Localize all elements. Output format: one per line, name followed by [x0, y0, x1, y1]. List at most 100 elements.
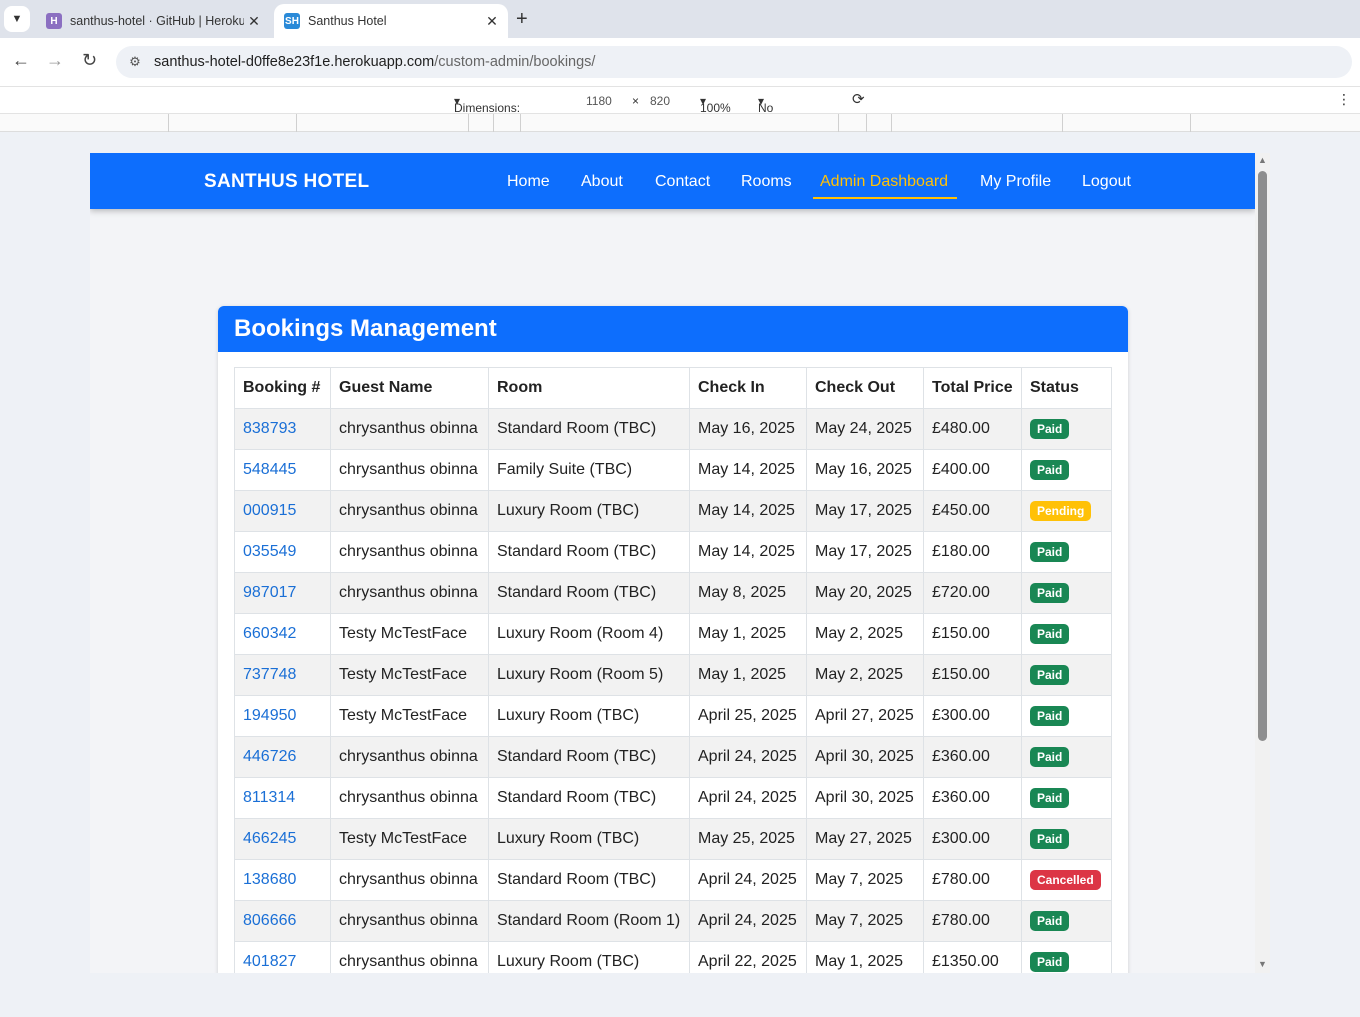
width-input[interactable]: 1180	[586, 94, 612, 108]
booking-link[interactable]: 548445	[243, 461, 296, 478]
url-host: santhus-hotel-d0ffe8e23f1e.herokuapp.com	[154, 54, 435, 70]
check-out-cell: May 2, 2025	[806, 654, 924, 696]
device-viewport: SANTHUS HOTEL Home About Contact Rooms A…	[90, 153, 1270, 973]
browser-tab-heroku[interactable]: H santhus-hotel · GitHub | Heroku ✕	[36, 4, 270, 38]
status-cell: Pending	[1021, 490, 1112, 532]
device-select[interactable]: Dimensions: iPad Air ▾	[454, 94, 520, 129]
height-input[interactable]: 820	[650, 94, 670, 108]
bookings-table-wrap: Booking # Guest Name Room Check In Check…	[234, 367, 1112, 973]
check-out-cell: May 20, 2025	[806, 572, 924, 614]
close-tab-icon[interactable]: ✕	[244, 13, 264, 30]
guest-name-cell: chrysanthus obinna	[330, 449, 489, 491]
booking-link[interactable]: 138680	[243, 871, 296, 888]
column-header: Total Price	[923, 367, 1022, 409]
booking-link[interactable]: 035549	[243, 543, 296, 560]
site-brand[interactable]: SANTHUS HOTEL	[204, 171, 369, 193]
total-price-cell: £150.00	[923, 654, 1022, 696]
booking-id-cell: 737748	[234, 654, 331, 696]
room-cell: Luxury Room (Room 5)	[488, 654, 690, 696]
more-options-icon[interactable]: ⋮	[1337, 91, 1351, 108]
scroll-up-arrow-icon[interactable]: ▲	[1258, 155, 1267, 165]
scroll-down-arrow-icon[interactable]: ▼	[1258, 959, 1267, 969]
rotate-icon[interactable]: ⟳	[852, 90, 865, 108]
site-navbar: SANTHUS HOTEL Home About Contact Rooms A…	[90, 153, 1255, 209]
total-price-cell: £780.00	[923, 900, 1022, 942]
check-out-cell: May 17, 2025	[806, 531, 924, 573]
guest-name-cell: Testy McTestFace	[330, 695, 489, 737]
booking-link[interactable]: 401827	[243, 953, 296, 970]
status-badge: Paid	[1030, 460, 1070, 480]
booking-link[interactable]: 737748	[243, 666, 296, 683]
booking-link[interactable]: 466245	[243, 830, 296, 847]
total-price-cell: £400.00	[923, 449, 1022, 491]
browser-tab-santhus[interactable]: SH Santhus Hotel ✕	[274, 4, 508, 38]
check-in-cell: April 24, 2025	[689, 900, 807, 942]
booking-id-cell: 466245	[234, 818, 331, 860]
booking-id-cell: 838793	[234, 408, 331, 450]
check-in-cell: April 24, 2025	[689, 859, 807, 901]
booking-link[interactable]: 811314	[243, 789, 295, 806]
nav-home[interactable]: Home	[507, 173, 550, 191]
forward-arrow-icon[interactable]: →	[46, 50, 64, 71]
reload-icon[interactable]: ↻	[82, 50, 97, 71]
active-nav-underline	[813, 197, 957, 199]
guest-name-cell: chrysanthus obinna	[330, 408, 489, 450]
nav-logout[interactable]: Logout	[1082, 173, 1131, 191]
room-cell: Standard Room (TBC)	[488, 572, 690, 614]
status-cell: Paid	[1021, 408, 1112, 450]
status-badge: Paid	[1030, 747, 1070, 767]
booking-link[interactable]: 446726	[243, 748, 296, 765]
bookings-card: Bookings Management Booking # Guest Name…	[218, 306, 1128, 973]
check-out-cell: May 7, 2025	[806, 859, 924, 901]
booking-link[interactable]: 987017	[243, 584, 296, 601]
table-row: 838793 chrysanthus obinna Standard Room (T…	[234, 408, 1112, 450]
total-price-cell: £300.00	[923, 695, 1022, 737]
tab-search-button[interactable]: ▼	[4, 6, 30, 32]
url-text[interactable]: santhus-hotel-d0ffe8e23f1e.herokuapp.com…	[154, 54, 595, 70]
booking-link[interactable]: 660342	[243, 625, 296, 642]
nav-admin-dashboard[interactable]: Admin Dashboard	[820, 173, 948, 191]
total-price-cell: £360.00	[923, 777, 1022, 819]
table-row: 811314 chrysanthus obinna Standard Room (T…	[234, 777, 1112, 819]
zoom-select[interactable]: 100% ▾	[700, 94, 731, 115]
scrollbar-thumb[interactable]	[1258, 171, 1267, 741]
nav-about[interactable]: About	[581, 173, 623, 191]
heroku-favicon-icon: H	[46, 13, 62, 29]
close-tab-icon[interactable]: ✕	[482, 13, 502, 30]
table-row: 401827 chrysanthus obinna Luxury Room (TBC…	[234, 941, 1112, 973]
dimension-times: ×	[632, 94, 640, 108]
tab-title: Santhus Hotel	[308, 14, 387, 28]
check-out-cell: May 7, 2025	[806, 900, 924, 942]
booking-id-cell: 811314	[234, 777, 331, 819]
nav-my-profile[interactable]: My Profile	[980, 173, 1051, 191]
site-info-icon[interactable]: ⚙	[122, 54, 148, 70]
bookings-table: Booking # Guest Name Room Check In Check…	[234, 367, 1112, 973]
guest-name-cell: chrysanthus obinna	[330, 531, 489, 573]
nav-contact[interactable]: Contact	[655, 173, 710, 191]
viewport-scrollbar[interactable]: ▲ ▼	[1255, 153, 1270, 973]
total-price-cell: £780.00	[923, 859, 1022, 901]
check-out-cell: May 16, 2025	[806, 449, 924, 491]
status-badge: Paid	[1030, 952, 1070, 972]
check-out-cell: May 1, 2025	[806, 941, 924, 973]
nav-rooms[interactable]: Rooms	[741, 173, 792, 191]
table-row: 660342 Testy McTestFace Luxury Room (Room …	[234, 613, 1112, 655]
total-price-cell: £150.00	[923, 613, 1022, 655]
throttling-select[interactable]: No throttling ▾	[758, 94, 804, 129]
table-row: 987017 chrysanthus obinna Standard Room (T…	[234, 572, 1112, 614]
new-tab-plus-icon[interactable]: +	[516, 8, 528, 31]
santhus-favicon-icon: SH	[284, 13, 300, 29]
booking-id-cell: 138680	[234, 859, 331, 901]
booking-link[interactable]: 000915	[243, 502, 296, 519]
booking-link[interactable]: 806666	[243, 912, 296, 929]
media-query-ruler	[0, 114, 1360, 132]
back-arrow-icon[interactable]: ←	[12, 50, 30, 71]
tab-title: santhus-hotel · GitHub | Heroku	[70, 14, 244, 28]
guest-name-cell: Testy McTestFace	[330, 654, 489, 696]
booking-link[interactable]: 838793	[243, 420, 296, 437]
booking-link[interactable]: 194950	[243, 707, 296, 724]
status-badge: Paid	[1030, 706, 1070, 726]
booking-id-cell: 548445	[234, 449, 331, 491]
bookings-title: Bookings Management	[218, 306, 1128, 352]
address-bar[interactable]: ⚙ santhus-hotel-d0ffe8e23f1e.herokuapp.c…	[116, 46, 1352, 78]
